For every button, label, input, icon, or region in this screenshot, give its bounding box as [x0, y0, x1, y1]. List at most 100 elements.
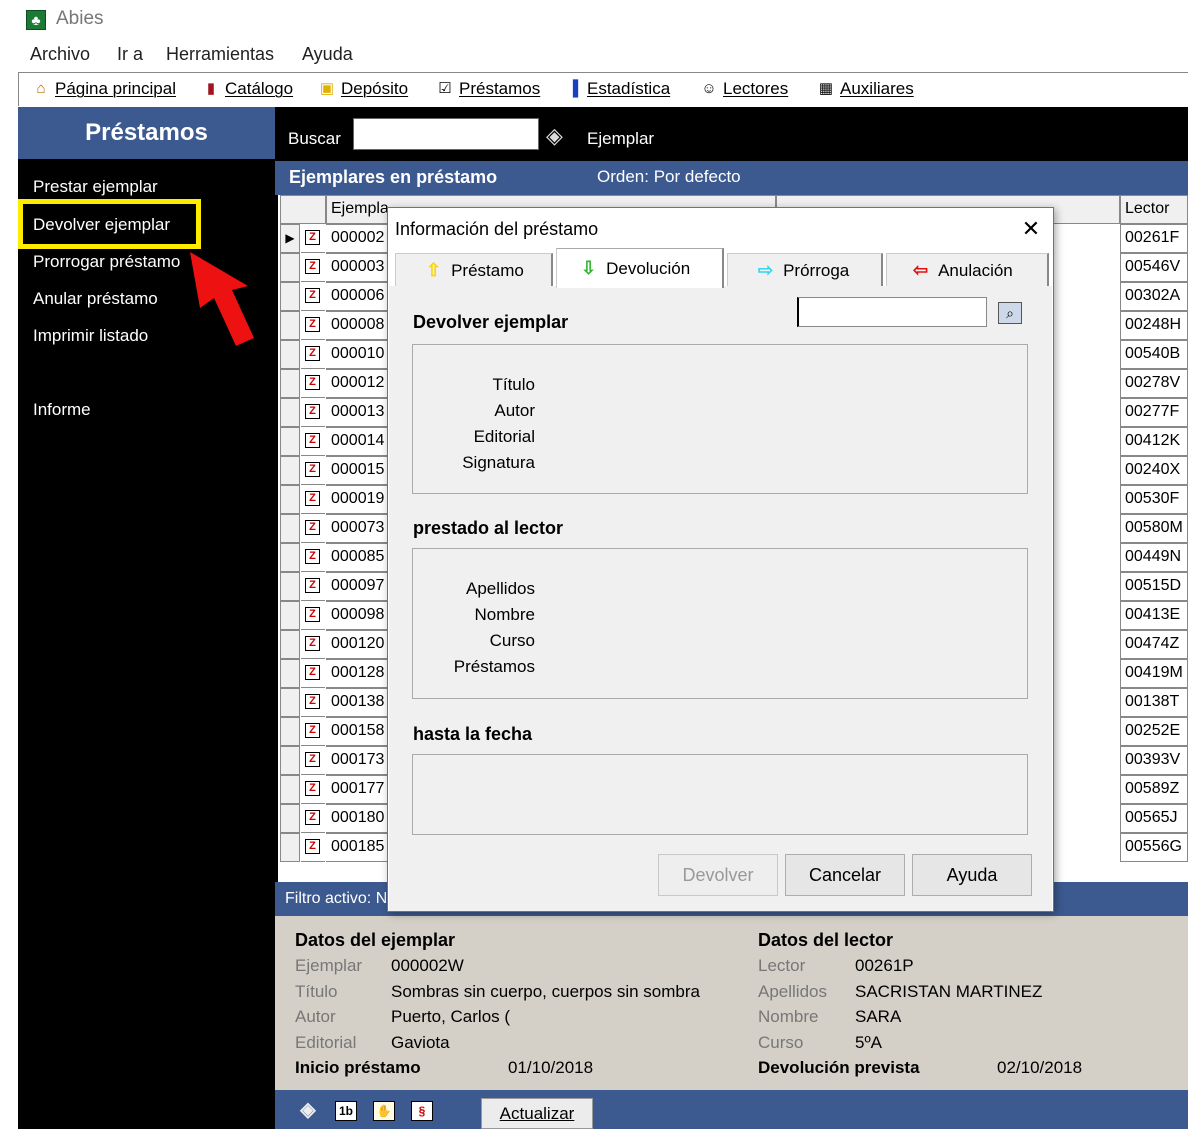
tab-prestamo[interactable]: ⇧ Préstamo: [395, 253, 553, 287]
cancelar-button[interactable]: Cancelar: [785, 854, 905, 896]
refresh-button[interactable]: Actualizar: [481, 1098, 593, 1129]
cell-ejemplar: 000003: [326, 253, 396, 282]
sidebar-item-prestar[interactable]: Prestar ejemplar: [33, 177, 158, 197]
row-indicator[interactable]: [280, 717, 300, 746]
book-type-glyph: Z: [305, 230, 320, 245]
row-indicator[interactable]: [280, 688, 300, 717]
row-indicator[interactable]: [280, 427, 300, 456]
jar-icon: ▣: [319, 80, 335, 97]
row-indicator[interactable]: [280, 543, 300, 572]
row-indicator[interactable]: [280, 601, 300, 630]
cell-ejemplar: 000173: [326, 746, 396, 775]
cell-ejemplar: 000014: [326, 427, 396, 456]
cell-ejemplar: 000015: [326, 456, 396, 485]
menu-ayuda[interactable]: Ayuda: [302, 44, 353, 65]
hand-icon[interactable]: ✋: [373, 1101, 395, 1121]
cell-ejemplar: 000085: [326, 543, 396, 572]
cell-ejemplar: 000012: [326, 369, 396, 398]
toolbar-label: Estadística: [587, 79, 671, 98]
row-indicator[interactable]: [280, 340, 300, 369]
search-icon[interactable]: ⌕: [998, 302, 1022, 324]
book-type-glyph: Z: [305, 665, 320, 680]
detail-key: Apellidos: [758, 982, 827, 1001]
sidebar-item-imprimir[interactable]: Imprimir listado: [33, 326, 148, 346]
cell-lector: 00565J: [1120, 804, 1188, 833]
menu-archivo[interactable]: Archivo: [30, 44, 90, 65]
cell-lector: 00449N: [1120, 543, 1188, 572]
book-type-glyph: Z: [305, 549, 320, 564]
loan-info-dialog: Información del préstamo ✕ ⇧ Préstamo ⇩ …: [387, 207, 1054, 912]
toolbar-lectores[interactable]: ☺ Lectores: [699, 79, 788, 99]
tab-prorroga[interactable]: ⇨ Prórroga: [727, 253, 883, 287]
devolver-button[interactable]: Devolver: [658, 854, 778, 896]
row-indicator[interactable]: [280, 630, 300, 659]
row-indicator[interactable]: [280, 253, 300, 282]
row-indicator[interactable]: ▶: [280, 224, 300, 253]
tab-anulacion[interactable]: ⇦ Anulación: [886, 253, 1049, 287]
book-type-icon: Z: [301, 775, 325, 804]
book-type-glyph: Z: [305, 462, 320, 477]
cell-lector: 00138T: [1120, 688, 1188, 717]
toolbar-label: Auxiliares: [840, 79, 914, 98]
stack-icon[interactable]: §: [411, 1101, 433, 1121]
detail-key: Autor: [295, 1007, 336, 1026]
book-type-glyph: Z: [305, 259, 320, 274]
cell-lector: 00277F: [1120, 398, 1188, 427]
toolbar-estadistica[interactable]: ▐ Estadística: [563, 79, 670, 99]
row-indicator[interactable]: [280, 398, 300, 427]
row-indicator[interactable]: [280, 833, 300, 862]
toolbar-deposito[interactable]: ▣ Depósito: [317, 79, 408, 99]
close-icon[interactable]: ✕: [1016, 214, 1046, 244]
section-prestado-lector: prestado al lector: [413, 518, 564, 538]
ayuda-button[interactable]: Ayuda: [912, 854, 1032, 896]
book-one-icon[interactable]: 1b: [335, 1101, 357, 1121]
toolbar-auxiliares[interactable]: ▦ Auxiliares: [816, 79, 914, 99]
tab-label: Préstamo: [451, 260, 524, 280]
cell-ejemplar: 000013: [326, 398, 396, 427]
order-label[interactable]: Orden: Por defecto: [597, 167, 741, 187]
row-indicator[interactable]: [280, 804, 300, 833]
sidebar-item-prorrogar[interactable]: Prorrogar préstamo: [33, 252, 180, 272]
field-label-signatura: Signatura: [462, 453, 535, 472]
sidebar-item-anular[interactable]: Anular préstamo: [33, 289, 158, 309]
header-lector[interactable]: Lector: [1120, 195, 1188, 224]
cell-lector: 00419M: [1120, 659, 1188, 688]
sidebar-item-informe[interactable]: Informe: [33, 400, 91, 420]
toolbar-prestamos[interactable]: ☑ Préstamos: [435, 79, 540, 99]
eraser-icon[interactable]: ◈: [297, 1100, 319, 1121]
cell-ejemplar: 000177: [326, 775, 396, 804]
main-toolbar: ⌂ Página principal ▮ Catálogo ▣ Depósito…: [18, 72, 1188, 106]
cell-lector: 00278V: [1120, 369, 1188, 398]
detail-key: Lector: [758, 956, 806, 975]
row-indicator[interactable]: [280, 282, 300, 311]
tab-label: Anulación: [938, 260, 1013, 280]
menu-herramientas[interactable]: Herramientas: [166, 44, 274, 65]
book-type-glyph: Z: [305, 375, 320, 390]
detail-key: Título: [295, 982, 338, 1001]
menu-ir-a[interactable]: Ir a: [117, 44, 143, 65]
cell-lector: 00302A: [1120, 282, 1188, 311]
row-indicator[interactable]: [280, 369, 300, 398]
tab-devolucion[interactable]: ⇩ Devolución: [556, 248, 724, 288]
row-indicator[interactable]: [280, 746, 300, 775]
book-type-icon: Z: [301, 746, 325, 775]
up-arrow-icon: ⇧: [426, 260, 442, 280]
refresh-label: Actualizar: [499, 1104, 575, 1123]
row-indicator[interactable]: [280, 485, 300, 514]
row-indicator[interactable]: [280, 456, 300, 485]
toolbar-catalogo[interactable]: ▮ Catálogo: [201, 79, 293, 99]
ejemplar-code-input[interactable]: [797, 297, 987, 327]
toolbar-pagina-principal[interactable]: ⌂ Página principal: [31, 79, 176, 99]
eraser-icon[interactable]: ◈: [546, 123, 563, 149]
row-indicator[interactable]: [280, 775, 300, 804]
row-indicator[interactable]: [280, 659, 300, 688]
search-label: Buscar: [288, 129, 341, 148]
right-arrow-icon: ⇨: [758, 260, 774, 280]
cell-ejemplar: 000006: [326, 282, 396, 311]
book-type-icon: Z: [301, 369, 325, 398]
window-title: Abies: [56, 8, 104, 29]
row-indicator[interactable]: [280, 514, 300, 543]
search-input[interactable]: [353, 118, 539, 150]
row-indicator[interactable]: [280, 572, 300, 601]
row-indicator[interactable]: [280, 311, 300, 340]
